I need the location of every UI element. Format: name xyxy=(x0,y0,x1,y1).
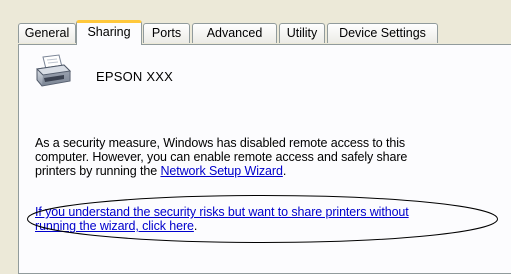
click-here-link[interactable]: running the wizard, click here xyxy=(35,219,194,233)
sharing-panel: EPSON XXX As a security measure, Windows… xyxy=(18,44,511,274)
tab-strip: General Sharing Ports Advanced Utility D… xyxy=(18,20,511,45)
tab-utility[interactable]: Utility xyxy=(279,23,325,43)
share-without-wizard: If you understand the security risks but… xyxy=(35,205,495,233)
share-without-wizard-link[interactable]: If you understand the security risks but… xyxy=(35,205,495,219)
share-link-text: . xyxy=(193,219,198,233)
tab-ports[interactable]: Ports xyxy=(143,23,190,43)
network-setup-wizard-link[interactable]: Network Setup Wizard xyxy=(160,164,282,178)
printer-name: EPSON XXX xyxy=(96,69,173,84)
message-line: computer. However, you can enable remote… xyxy=(35,150,408,164)
security-message: As a security measure, Windows has disab… xyxy=(35,136,495,178)
share-link-line: running the wizard, click here. xyxy=(35,219,495,233)
message-line: printers by running the Network Setup Wi… xyxy=(35,164,495,178)
printer-icon xyxy=(35,54,72,87)
tab-sharing[interactable]: Sharing xyxy=(76,20,142,45)
message-line: As a security measure, Windows has disab… xyxy=(35,136,406,150)
message-text: . xyxy=(282,164,287,178)
tab-device-settings[interactable]: Device Settings xyxy=(327,23,438,43)
message-text: printers by running the xyxy=(35,164,161,178)
tab-advanced[interactable]: Advanced xyxy=(192,23,277,43)
tab-general[interactable]: General xyxy=(18,23,76,43)
